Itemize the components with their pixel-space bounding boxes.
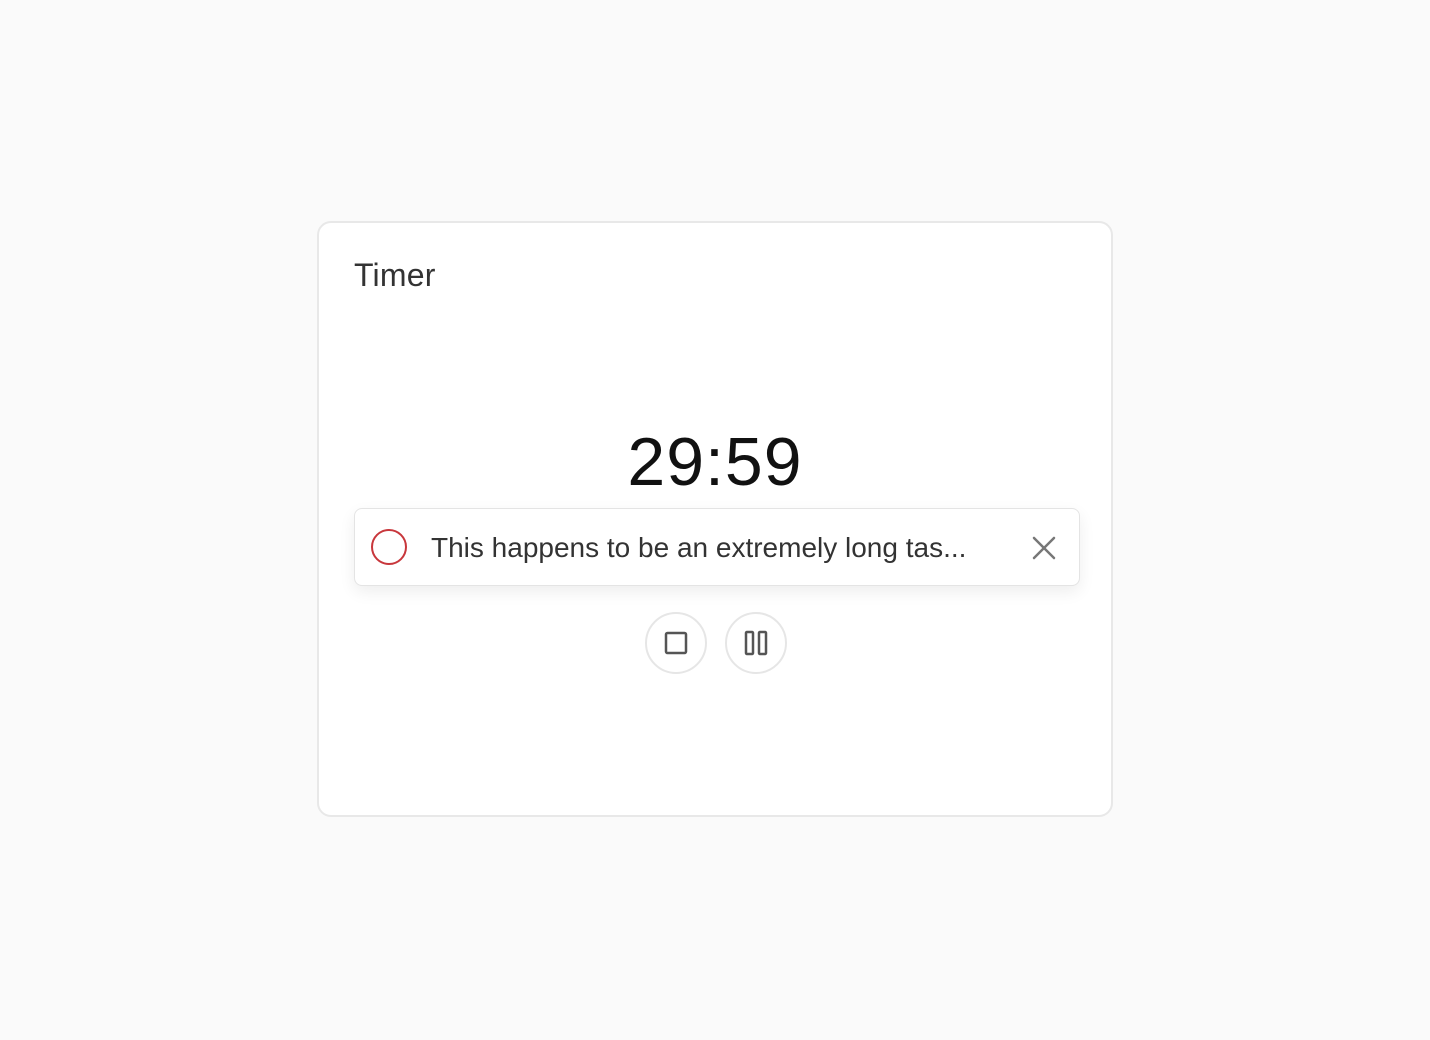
close-icon[interactable] bbox=[1029, 533, 1059, 563]
card-title: Timer bbox=[354, 257, 436, 293]
pause-icon bbox=[744, 630, 768, 656]
circle-outline-icon[interactable] bbox=[371, 529, 407, 565]
task-title: This happens to be an extremely long tas… bbox=[431, 532, 967, 563]
time-remaining: 29:59 bbox=[627, 424, 803, 500]
timer-card: Timer 29:59 This happens to be an extrem… bbox=[317, 221, 1113, 817]
current-task: This happens to be an extremely long tas… bbox=[354, 508, 1080, 586]
stop-button[interactable] bbox=[645, 612, 707, 674]
stop-icon bbox=[664, 631, 688, 655]
pause-button[interactable] bbox=[725, 612, 787, 674]
